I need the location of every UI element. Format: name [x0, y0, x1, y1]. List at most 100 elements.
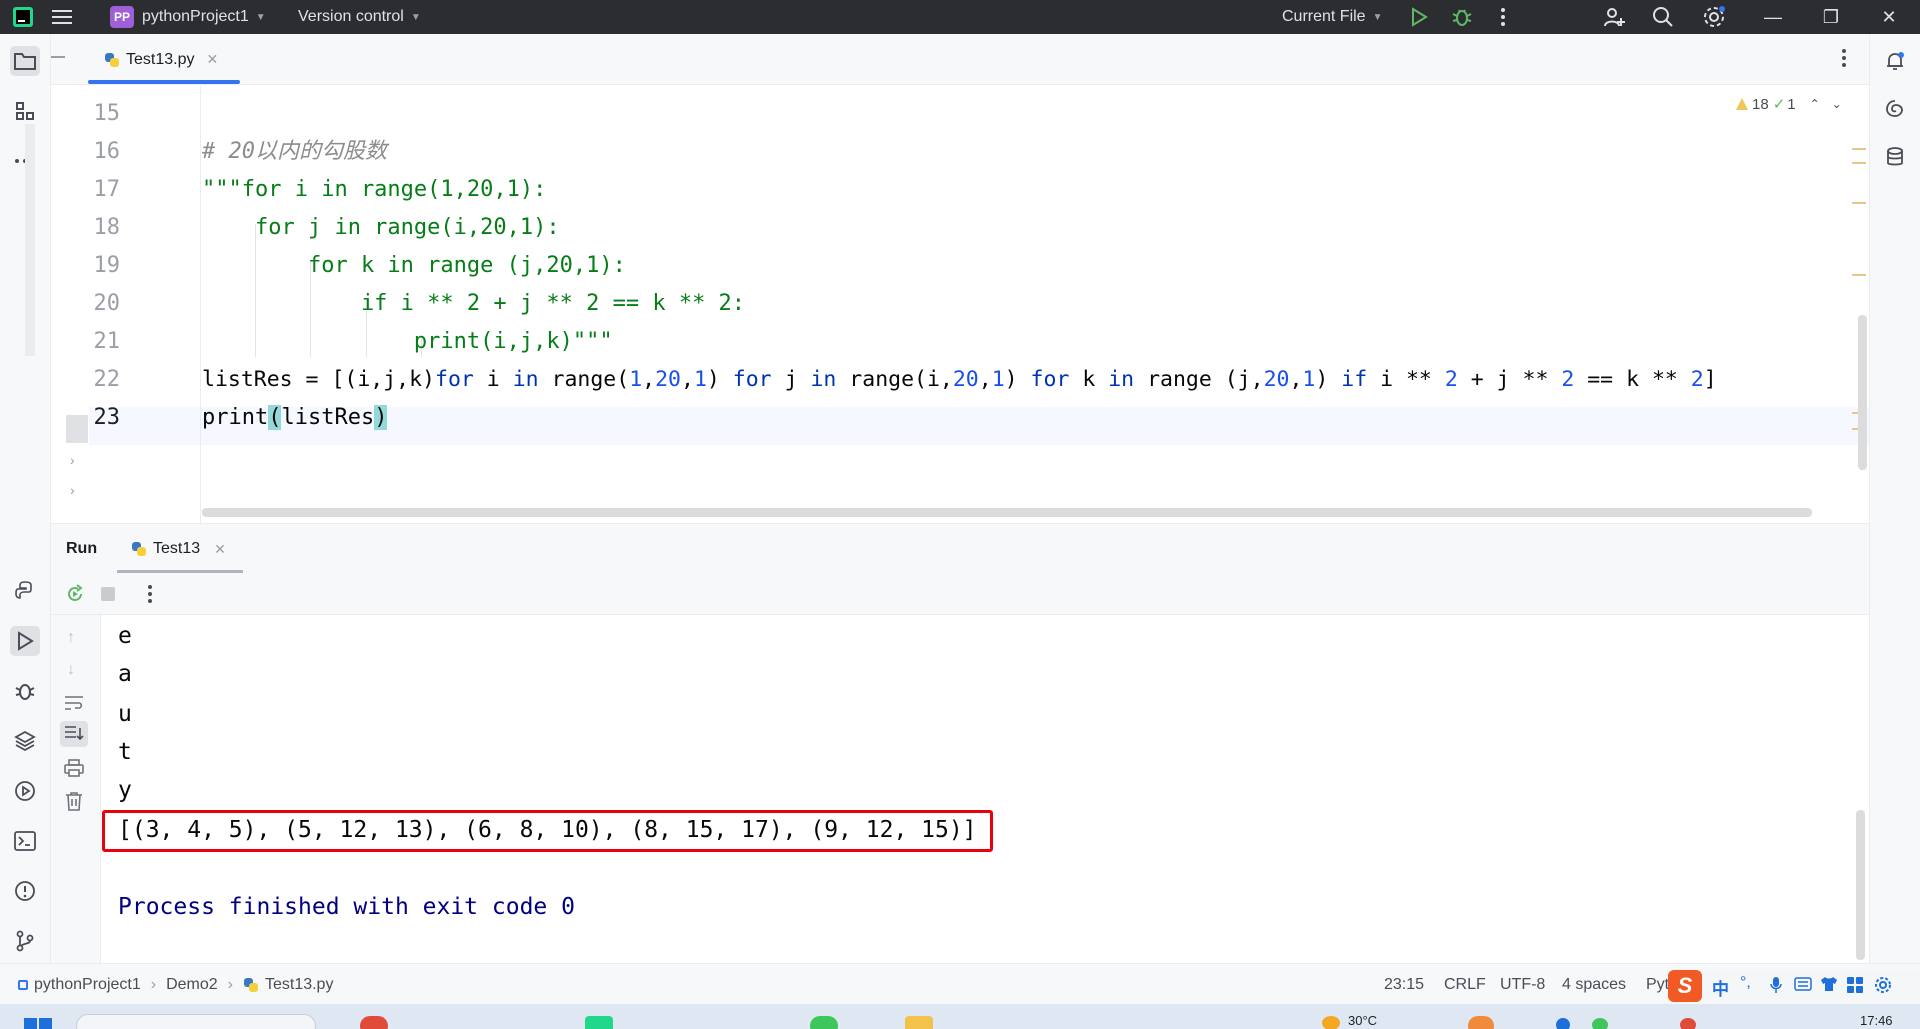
- run-tool-icon[interactable]: [10, 626, 40, 656]
- taskbar-clock[interactable]: 17:46: [1860, 1013, 1893, 1028]
- taskbar-app-icon[interactable]: [360, 1016, 388, 1029]
- close-window-button[interactable]: ✕: [1866, 0, 1912, 34]
- soft-wrap-icon[interactable]: [64, 695, 84, 716]
- tab-options-icon[interactable]: [1841, 48, 1847, 73]
- project-folder-icon[interactable]: [10, 46, 40, 76]
- code-line-19[interactable]: for k in range (j,20,1):: [202, 247, 626, 285]
- tray-app-icon[interactable]: [1556, 1018, 1570, 1029]
- line-number: 19: [93, 253, 121, 278]
- horizontal-scrollbar[interactable]: [202, 508, 1812, 517]
- warning-stripe[interactable]: [1852, 202, 1866, 204]
- close-tab-icon[interactable]: ✕: [206, 51, 218, 68]
- toolbox-grid-icon[interactable]: [1846, 976, 1864, 999]
- run-config-selector[interactable]: Current File ▼: [1282, 0, 1382, 34]
- debug-button[interactable]: [1451, 0, 1473, 34]
- project-switcher[interactable]: PP pythonProject1 ▼: [110, 0, 266, 34]
- trash-icon[interactable]: [65, 791, 83, 816]
- indent-setting[interactable]: 4 spaces: [1562, 964, 1626, 1005]
- code-line-16[interactable]: # 20以内的勾股数: [202, 133, 387, 171]
- breadcrumb-folder[interactable]: Demo2: [166, 976, 218, 994]
- line-number: 16: [93, 139, 121, 164]
- arrow-down-icon[interactable]: ↓: [67, 661, 75, 679]
- warning-stripe[interactable]: [1852, 162, 1866, 164]
- print-icon[interactable]: [64, 759, 84, 782]
- windows-start-icon[interactable]: [24, 1018, 54, 1029]
- run-tab-test13[interactable]: Test13 ✕: [117, 524, 243, 574]
- active-tab-indicator: [88, 80, 240, 84]
- layers-icon[interactable]: [10, 726, 40, 756]
- line-separator[interactable]: CRLF: [1444, 964, 1486, 1005]
- minimize-button[interactable]: —: [1750, 0, 1796, 34]
- tab-test13-py[interactable]: Test13.py ✕: [88, 34, 240, 85]
- collapse-icon[interactable]: [51, 56, 65, 58]
- add-user-icon[interactable]: [1603, 0, 1625, 34]
- code-line-17[interactable]: """for i in range(1,20,1):: [202, 171, 546, 209]
- python-console-icon[interactable]: [10, 576, 40, 606]
- services-icon[interactable]: [10, 776, 40, 806]
- warning-stripe[interactable]: [1852, 148, 1866, 150]
- restore-button[interactable]: ❐: [1808, 0, 1854, 34]
- more-options-icon[interactable]: [147, 584, 153, 609]
- main-menu-icon[interactable]: [52, 0, 72, 34]
- line-number: 22: [93, 367, 121, 392]
- chevron-up-icon[interactable]: ⌃: [1810, 97, 1820, 111]
- database-icon[interactable]: [1880, 142, 1910, 172]
- notifications-bell-icon[interactable]: [1880, 46, 1910, 76]
- arrow-up-icon[interactable]: ↑: [67, 629, 75, 647]
- warning-stripe[interactable]: [1852, 274, 1866, 276]
- python-file-icon: [104, 52, 120, 68]
- tray-app-icon[interactable]: [1680, 1018, 1696, 1029]
- tray-app-icon[interactable]: [1468, 1016, 1494, 1029]
- ai-assistant-icon[interactable]: [1880, 94, 1910, 124]
- chevron-right-icon[interactable]: ›: [70, 452, 75, 468]
- console-output[interactable]: e a u t y [(3, 4, 5), (5, 12, 13), (6, 8…: [101, 615, 1869, 963]
- run-button[interactable]: [1410, 0, 1428, 34]
- chevron-right-icon[interactable]: ›: [70, 482, 75, 498]
- close-tab-icon[interactable]: ✕: [214, 541, 226, 558]
- punctuation-icon[interactable]: °,: [1740, 974, 1751, 992]
- stop-icon[interactable]: [101, 587, 115, 601]
- scroll-to-end-icon[interactable]: [60, 721, 88, 747]
- tab-label: Test13.py: [126, 50, 195, 68]
- git-branch-icon[interactable]: [10, 926, 40, 956]
- chevron-down-icon: ▼: [1372, 11, 1383, 23]
- chevron-down-icon[interactable]: ⌄: [1832, 97, 1842, 111]
- pycharm-logo-icon[interactable]: [12, 0, 34, 34]
- code-line-18[interactable]: for j in range(i,20,1):: [202, 209, 560, 247]
- file-encoding[interactable]: UTF-8: [1500, 964, 1545, 1005]
- settings-gear-icon[interactable]: [1702, 0, 1726, 34]
- ime-settings-icon[interactable]: [1874, 976, 1892, 999]
- file-explorer-taskbar-icon[interactable]: [905, 1016, 933, 1029]
- weather-temperature[interactable]: 30°C: [1348, 1013, 1377, 1028]
- keyboard-icon[interactable]: [1794, 977, 1812, 996]
- microphone-icon[interactable]: [1770, 976, 1782, 999]
- ime-language[interactable]: 中: [1712, 975, 1729, 1000]
- search-icon[interactable]: [1652, 0, 1674, 34]
- wechat-taskbar-icon[interactable]: [810, 1016, 838, 1029]
- vertical-scrollbar[interactable]: [1858, 315, 1867, 470]
- more-actions-icon[interactable]: [1500, 0, 1506, 34]
- code-line-23[interactable]: print(listRes): [202, 399, 388, 437]
- output-line: e: [118, 623, 132, 649]
- tray-app-icon[interactable]: [1592, 1018, 1608, 1029]
- code-line-21[interactable]: print(i,j,k)""": [202, 323, 613, 361]
- problems-icon[interactable]: [10, 876, 40, 906]
- breadcrumb: pythonProject1 › Demo2 › Test13.py: [18, 964, 333, 1005]
- breadcrumb-file[interactable]: Test13.py: [265, 976, 333, 994]
- terminal-icon[interactable]: [10, 826, 40, 856]
- vcs-menu[interactable]: Version control ▼: [298, 0, 421, 34]
- rerun-icon[interactable]: [65, 584, 85, 609]
- pycharm-taskbar-icon[interactable]: [585, 1016, 613, 1029]
- code-line-22[interactable]: listRes = [(i,j,k)for i in range(1,20,1)…: [202, 361, 1717, 399]
- debug-tool-icon[interactable]: [10, 676, 40, 706]
- sogou-ime-icon[interactable]: S: [1668, 970, 1702, 1002]
- code-line-20[interactable]: if i ** 2 + j ** 2 == k ** 2:: [202, 285, 745, 323]
- output-line: u: [118, 701, 132, 727]
- inspection-widget[interactable]: 18 ✓ 1 ⌃ ⌄: [1735, 94, 1842, 114]
- interpreter-label[interactable]: Pyt: [1646, 964, 1669, 1005]
- console-scrollbar[interactable]: [1856, 810, 1865, 960]
- taskbar-search-box[interactable]: [76, 1014, 316, 1029]
- caret-position[interactable]: 23:15: [1384, 964, 1424, 1005]
- skin-shirt-icon[interactable]: [1820, 976, 1838, 997]
- breadcrumb-project[interactable]: pythonProject1: [34, 976, 141, 994]
